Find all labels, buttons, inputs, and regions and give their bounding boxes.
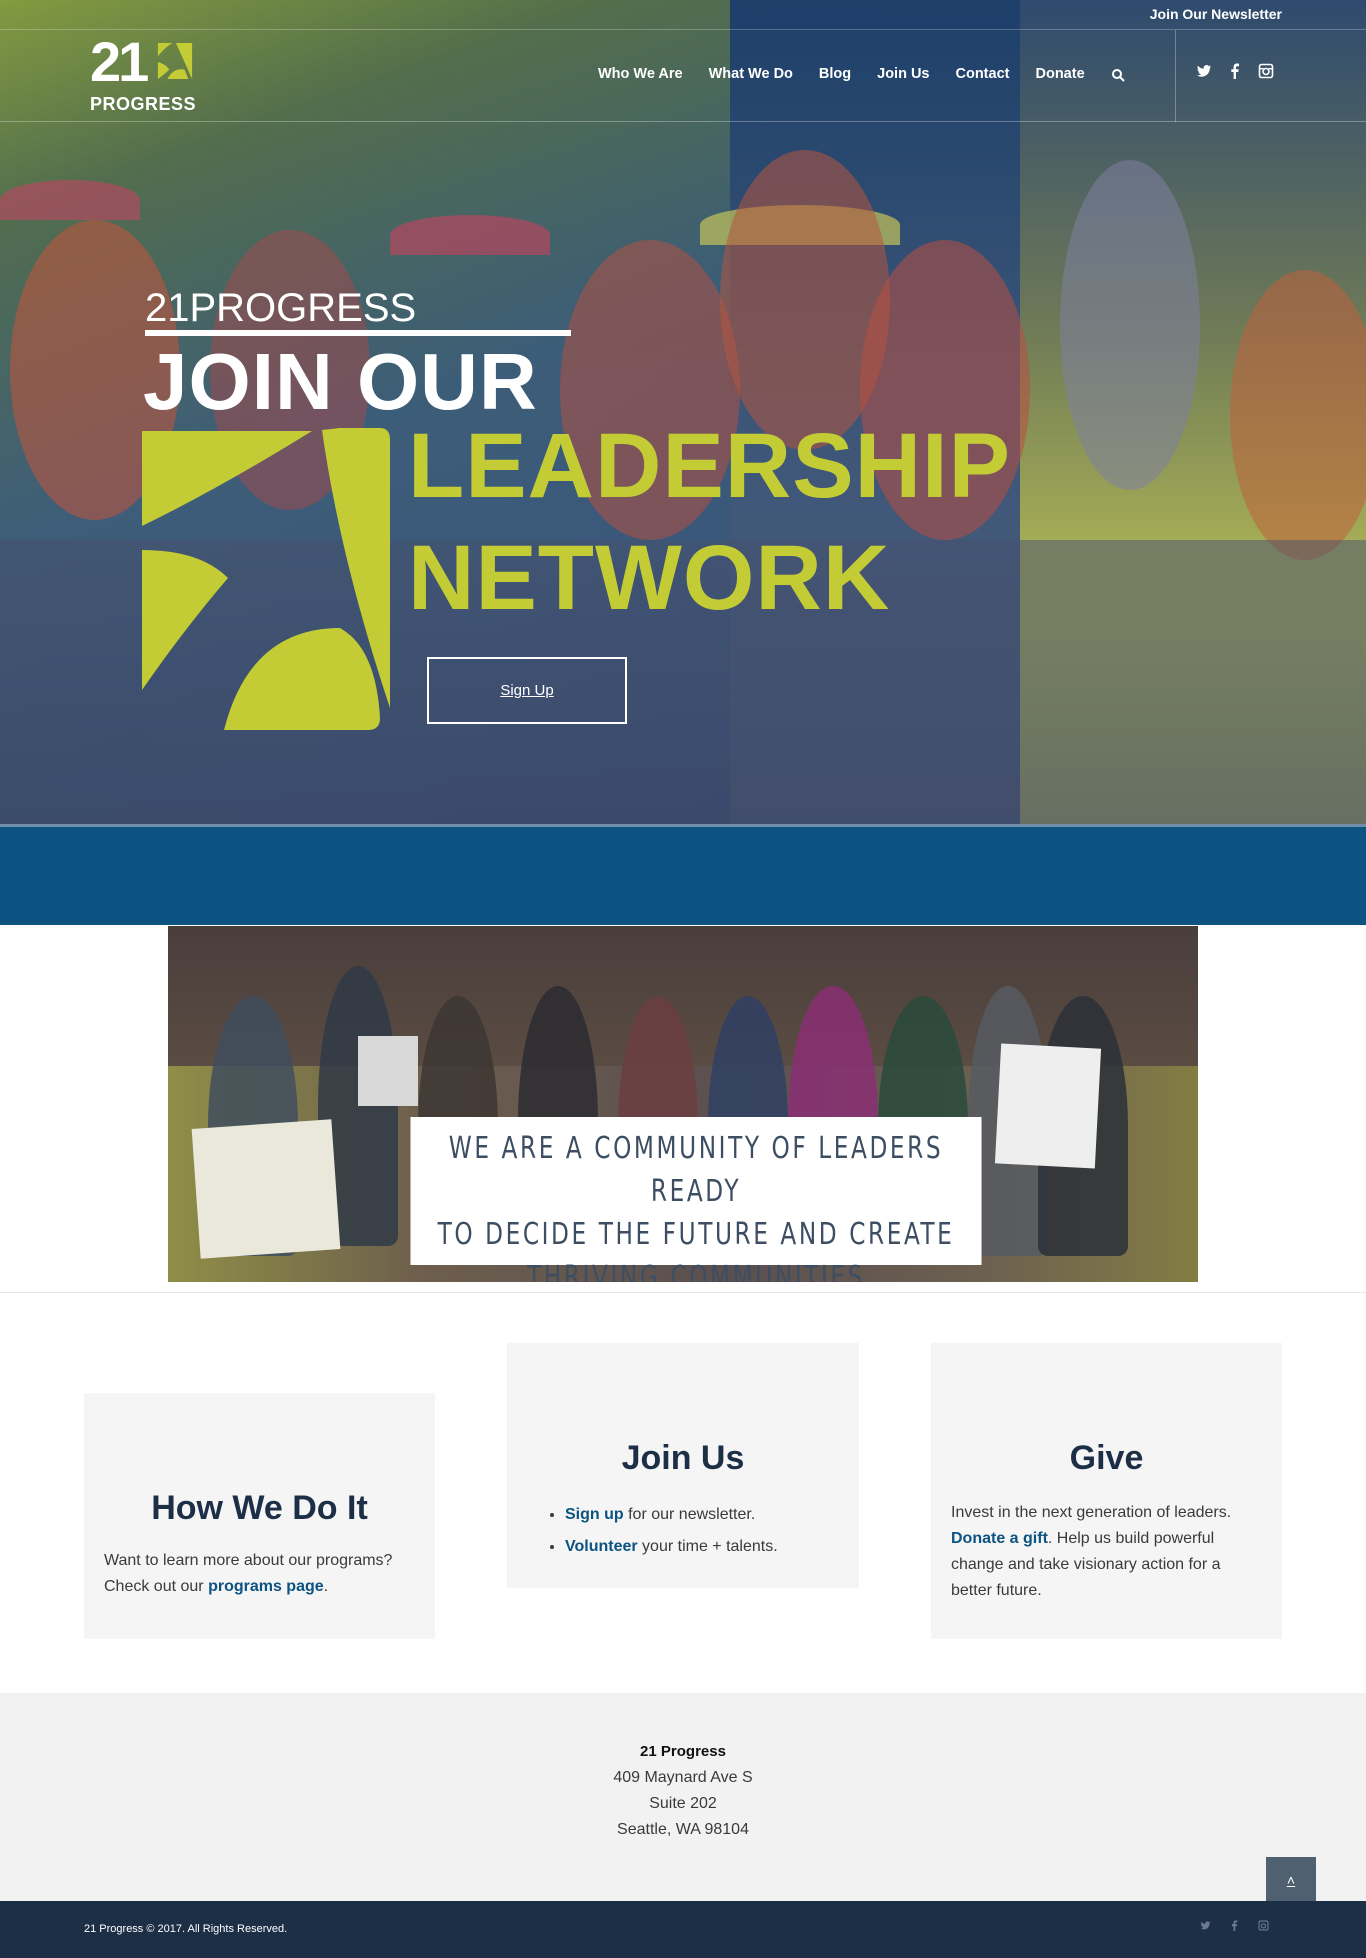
nav-blog[interactable]: Blog: [819, 66, 851, 82]
nav-contact[interactable]: Contact: [956, 66, 1010, 82]
card-title: Join Us: [621, 1439, 745, 1477]
give-card: Give Invest in the next generation of le…: [931, 1343, 1282, 1639]
list-item: Sign up for our newsletter.: [565, 1499, 859, 1531]
join-us-card: Join Us Sign up for our newsletter. Volu…: [507, 1343, 859, 1588]
org-name: 21 Progress: [640, 1743, 726, 1760]
footer: 21 Progress © 2017. All Rights Reserved.: [0, 1901, 1366, 1958]
protest-sign: [191, 1119, 341, 1259]
address-line: 409 Maynard Ave S: [613, 1769, 753, 1786]
sign-up-link[interactable]: Sign up: [565, 1506, 624, 1523]
search-icon[interactable]: [1111, 68, 1125, 82]
section-divider: [0, 1292, 1366, 1293]
nav-who-we-are[interactable]: Who We Are: [598, 66, 683, 82]
protest-sign: [994, 1043, 1102, 1169]
card-title: Give: [1069, 1439, 1144, 1477]
volunteer-link[interactable]: Volunteer: [565, 1538, 638, 1555]
community-quote: WE ARE A COMMUNITY OF LEADERS READY TO D…: [410, 1117, 982, 1282]
hero-underline: [145, 330, 571, 336]
address-line: Suite 202: [649, 1795, 717, 1812]
twitter-icon[interactable]: [1196, 63, 1212, 79]
logo-mark-icon: [157, 42, 193, 80]
scroll-to-top-button[interactable]: ˄: [1266, 1857, 1316, 1903]
programs-page-link[interactable]: programs page: [208, 1578, 324, 1595]
card-text: Invest in the next generation of leaders…: [951, 1500, 1262, 1604]
top-bar: Join Our Newsletter: [0, 0, 1366, 30]
facebook-icon[interactable]: [1227, 63, 1243, 79]
logo-word: PROGRESS: [90, 94, 197, 114]
nav-divider: [1175, 30, 1176, 122]
instagram-icon[interactable]: [1258, 1920, 1269, 1931]
card-title: How We Do It: [151, 1489, 368, 1527]
nav-join-us[interactable]: Join Us: [877, 66, 929, 82]
blue-band: [0, 824, 1366, 925]
hero-banner: Join Our Newsletter 21 PROGRESS Who We A…: [0, 0, 1366, 824]
umbrella-shape: [390, 215, 550, 255]
address-section: 21 Progress 409 Maynard Ave S Suite 202 …: [0, 1693, 1366, 1901]
footer-social-links: [1200, 1920, 1269, 1931]
social-links: [1196, 63, 1274, 79]
card-text-part: Invest in the next generation of leaders…: [951, 1504, 1232, 1521]
address-line: Seattle, WA 98104: [617, 1821, 749, 1838]
person-shape: [1060, 160, 1200, 490]
join-list: Sign up for our newsletter. Volunteer yo…: [565, 1499, 859, 1563]
nav-what-we-do[interactable]: What We Do: [709, 66, 793, 82]
newsletter-link[interactable]: Join Our Newsletter: [1150, 6, 1282, 22]
umbrella-shape: [0, 180, 140, 220]
site-logo[interactable]: 21 PROGRESS: [90, 34, 208, 115]
community-photo: WE ARE A COMMUNITY OF LEADERS READY TO D…: [168, 926, 1198, 1282]
logo-number: 21: [90, 30, 149, 93]
how-we-do-it-card: How We Do It Want to learn more about ou…: [84, 1393, 435, 1639]
protest-sign: [358, 1036, 418, 1106]
hero-highlight-2: NETWORK: [408, 527, 891, 629]
list-item-text: for our newsletter.: [623, 1506, 756, 1523]
hero-headline: JOIN OUR: [143, 337, 538, 426]
brand-mark-icon: [142, 428, 390, 730]
quote-line-1: WE ARE A COMMUNITY OF LEADERS READY: [448, 1131, 944, 1209]
main-navbar: 21 PROGRESS Who We Are What We Do Blog J…: [0, 30, 1366, 122]
facebook-icon[interactable]: [1229, 1920, 1240, 1931]
quote-line-2: TO DECIDE THE FUTURE AND CREATE: [437, 1217, 955, 1252]
quote-line-3: THRIVING COMMUNITIES: [527, 1260, 865, 1282]
nav-donate[interactable]: Donate: [1035, 66, 1084, 82]
donate-gift-link[interactable]: Donate a gift: [951, 1530, 1048, 1547]
main-menu: Who We Are What We Do Blog Join Us Conta…: [598, 66, 1125, 82]
hero-highlight-1: LEADERSHIP: [408, 415, 1011, 517]
card-text-part: .: [323, 1578, 329, 1595]
card-text: Want to learn more about our programs? C…: [104, 1548, 415, 1600]
address-block: 21 Progress 409 Maynard Ave S Suite 202 …: [0, 1739, 1366, 1843]
list-item: Volunteer your time + talents.: [565, 1531, 859, 1563]
instagram-icon[interactable]: [1258, 63, 1274, 79]
hero-subtitle: 21PROGRESS: [145, 286, 417, 330]
signup-button[interactable]: Sign Up: [427, 657, 627, 724]
copyright-text: 21 Progress © 2017. All Rights Reserved.: [84, 1923, 288, 1935]
twitter-icon[interactable]: [1200, 1920, 1211, 1931]
list-item-text: your time + talents.: [637, 1538, 778, 1555]
